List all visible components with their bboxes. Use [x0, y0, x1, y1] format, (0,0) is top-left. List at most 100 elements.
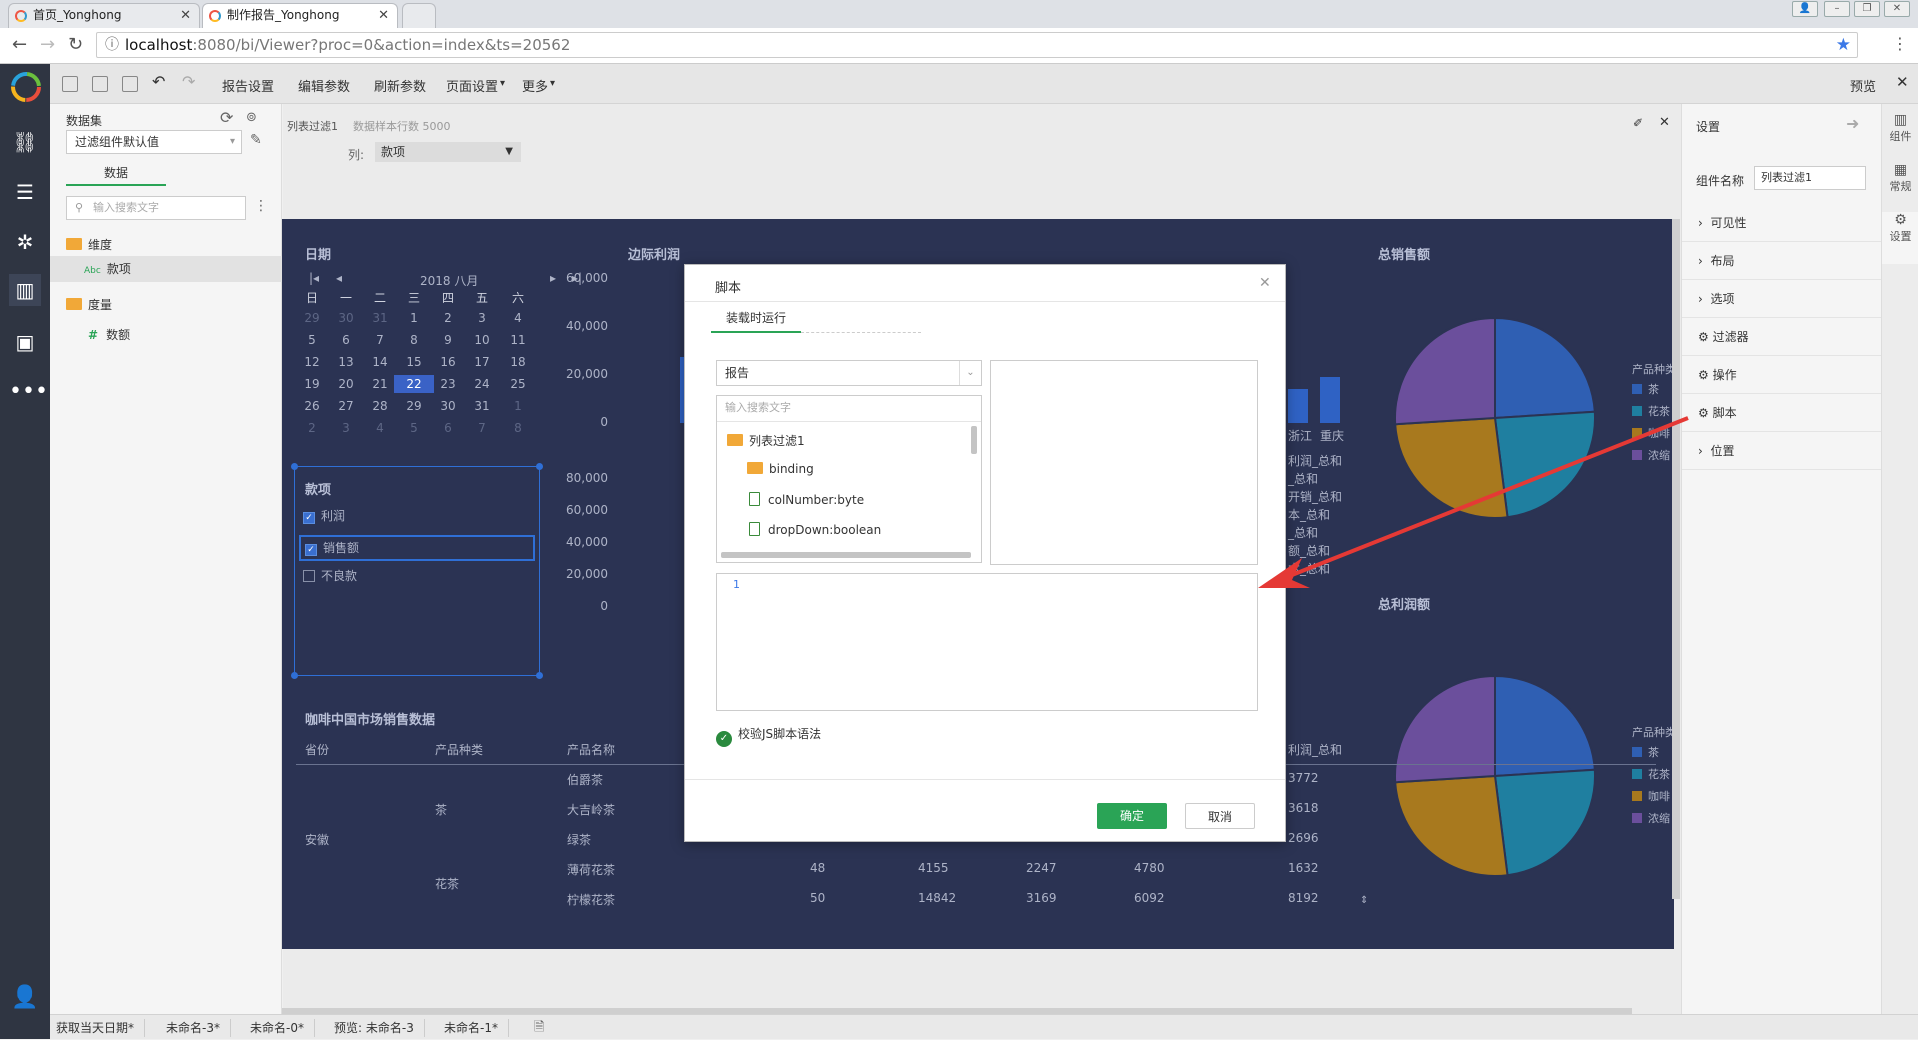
- refresh-params-button[interactable]: 刷新参数: [374, 76, 426, 95]
- calendar-day[interactable]: 4: [498, 311, 538, 325]
- pie-slice[interactable]: [1493, 768, 1596, 877]
- doc-tab[interactable]: 获取当天日期*: [56, 1019, 146, 1037]
- calendar-day[interactable]: 10: [462, 333, 502, 347]
- settings-row-filter[interactable]: ⚙ 过滤器: [1682, 318, 1882, 356]
- close-window-button[interactable]: ✕: [1884, 1, 1910, 17]
- more-dots-icon[interactable]: •••: [9, 376, 48, 408]
- script-editor[interactable]: 1: [716, 573, 1258, 711]
- back-arrow-icon[interactable]: ←: [12, 34, 27, 55]
- network-icon[interactable]: ✲: [9, 226, 41, 258]
- dataset-select[interactable]: 过滤组件默认值 ▾: [66, 130, 242, 154]
- pie-slice[interactable]: [1394, 774, 1509, 877]
- settings-row-layout[interactable]: › 布局: [1682, 242, 1882, 280]
- edit-params-button[interactable]: 编辑参数: [298, 76, 350, 95]
- calendar-day[interactable]: 25: [498, 377, 538, 391]
- menu-dots-icon[interactable]: ⋮: [1892, 34, 1908, 53]
- filter-item[interactable]: ✓ 利润: [303, 507, 345, 524]
- field-item-shue[interactable]: # 数额: [88, 326, 130, 343]
- chart-report-icon[interactable]: ▥: [9, 274, 41, 306]
- close-component-icon[interactable]: ✕: [1659, 115, 1670, 130]
- side-tab-components[interactable]: ▥ 组件: [1882, 112, 1918, 144]
- calendar-day[interactable]: 7: [462, 421, 502, 435]
- settings-row-script[interactable]: ⚙ 脚本: [1682, 394, 1882, 432]
- settings-row-visibility[interactable]: › 可见性: [1682, 204, 1882, 242]
- calendar-day[interactable]: 24: [462, 377, 502, 391]
- dimension-folder[interactable]: 维度: [66, 236, 112, 253]
- settings-row-position[interactable]: › 位置: [1682, 432, 1882, 470]
- legend-item[interactable]: 花茶: [1632, 766, 1676, 788]
- new-tab-button[interactable]: [402, 3, 436, 28]
- bookmark-star-icon[interactable]: ★: [1836, 33, 1851, 57]
- preview-button[interactable]: 预览: [1850, 76, 1876, 95]
- tree-hscrollbar[interactable]: [721, 552, 971, 558]
- legend-item[interactable]: 浓缩: [1632, 810, 1676, 832]
- save-icon[interactable]: [92, 76, 108, 92]
- user-icon[interactable]: 👤: [9, 982, 41, 1014]
- doc-tab[interactable]: 未命名-0*: [250, 1019, 315, 1037]
- pie-slice[interactable]: [1394, 674, 1496, 784]
- minimize-button[interactable]: –: [1824, 1, 1850, 17]
- user-profile-button[interactable]: 👤: [1792, 1, 1818, 17]
- cancel-button[interactable]: 取消: [1185, 803, 1255, 829]
- resize-handle[interactable]: [291, 672, 298, 679]
- dashboard-icon[interactable]: ▣: [9, 326, 41, 358]
- collapse-arrow-icon[interactable]: ➜: [1846, 114, 1859, 133]
- undo-icon[interactable]: ↶: [152, 72, 165, 91]
- legend-item[interactable]: 咖啡: [1632, 788, 1676, 810]
- refresh-icon[interactable]: ⟳: [220, 108, 233, 127]
- checkbox-checked-icon[interactable]: ✓: [305, 544, 317, 556]
- doc-tab[interactable]: 预览: 未命名-3: [334, 1019, 425, 1037]
- dataset-link-icon[interactable]: ⊚: [246, 110, 257, 125]
- yonghong-logo-icon[interactable]: [9, 70, 41, 102]
- validate-js-option[interactable]: ✓ 校验JS脚本语法: [716, 725, 821, 747]
- resize-handle[interactable]: [536, 463, 543, 470]
- tree-item-root[interactable]: 列表过滤1: [727, 432, 805, 449]
- doc-tab[interactable]: 未命名-1*: [444, 1019, 509, 1037]
- prev-month-icon[interactable]: ◂: [336, 271, 342, 285]
- close-tab-icon[interactable]: ✕: [180, 4, 191, 27]
- restore-button[interactable]: ❐: [1854, 1, 1880, 17]
- close-icon[interactable]: ✕: [1896, 73, 1909, 91]
- reload-icon[interactable]: ↻: [68, 34, 83, 55]
- redo-icon[interactable]: ↷: [182, 72, 195, 91]
- resize-handle[interactable]: [536, 672, 543, 679]
- tab-on-load[interactable]: 装载时运行: [711, 305, 801, 333]
- calendar-day[interactable]: 8: [498, 421, 538, 435]
- resize-handle[interactable]: [291, 463, 298, 470]
- new-doc-icon[interactable]: 🗎: [534, 1018, 544, 1040]
- calendar-day[interactable]: 31: [462, 399, 502, 413]
- page-settings-button[interactable]: 页面设置: [446, 76, 498, 95]
- doc-tab[interactable]: 未命名-3*: [166, 1019, 231, 1037]
- filter-item[interactable]: 不良款: [303, 567, 357, 584]
- browser-tab-report[interactable]: 制作报告_Yonghong ✕: [202, 3, 398, 28]
- column-select[interactable]: 款项 ▼: [375, 142, 521, 162]
- side-tab-settings[interactable]: ⚙ 设置: [1882, 212, 1918, 264]
- calendar-day[interactable]: 1: [498, 399, 538, 413]
- field-search-input[interactable]: ⚲ 输入搜索文字: [66, 196, 246, 220]
- list-icon[interactable]: ☰: [9, 176, 41, 208]
- tree-item-colnumber[interactable]: colNumber:byte: [749, 492, 864, 507]
- component-name-input[interactable]: 列表过滤1: [1754, 166, 1866, 190]
- url-field[interactable]: ⓘ localhost:8080/bi/Viewer?proc=0&action…: [96, 32, 1858, 58]
- tree-search-input[interactable]: 输入搜索文字: [717, 396, 981, 422]
- side-tab-general[interactable]: ▦ 常规: [1882, 162, 1918, 194]
- ok-button[interactable]: 确定: [1097, 803, 1167, 829]
- new-report-icon[interactable]: [62, 76, 78, 92]
- save-as-icon[interactable]: [122, 76, 138, 92]
- report-settings-button[interactable]: 报告设置: [222, 76, 274, 95]
- field-item-kuanxiang[interactable]: Abc 款项: [50, 256, 282, 282]
- scope-select[interactable]: 报告 ⌄: [716, 360, 982, 386]
- list-options-icon[interactable]: ⋮: [254, 198, 268, 214]
- link-icon[interactable]: ⛓: [9, 126, 41, 158]
- calendar-day[interactable]: 3: [462, 311, 502, 325]
- calendar-day[interactable]: 11: [498, 333, 538, 347]
- settings-row-action[interactable]: ⚙ 操作: [1682, 356, 1882, 394]
- tree-item-binding[interactable]: binding: [747, 462, 814, 476]
- calendar-day[interactable]: 17: [462, 355, 502, 369]
- pin-icon[interactable]: ✐: [1633, 116, 1643, 130]
- calendar-day[interactable]: 18: [498, 355, 538, 369]
- checkbox-empty-icon[interactable]: [303, 570, 315, 582]
- edit-dataset-icon[interactable]: ✎: [250, 132, 262, 148]
- pie-slice[interactable]: [1494, 674, 1596, 778]
- browser-tab-home[interactable]: 首页_Yonghong ✕: [8, 3, 200, 28]
